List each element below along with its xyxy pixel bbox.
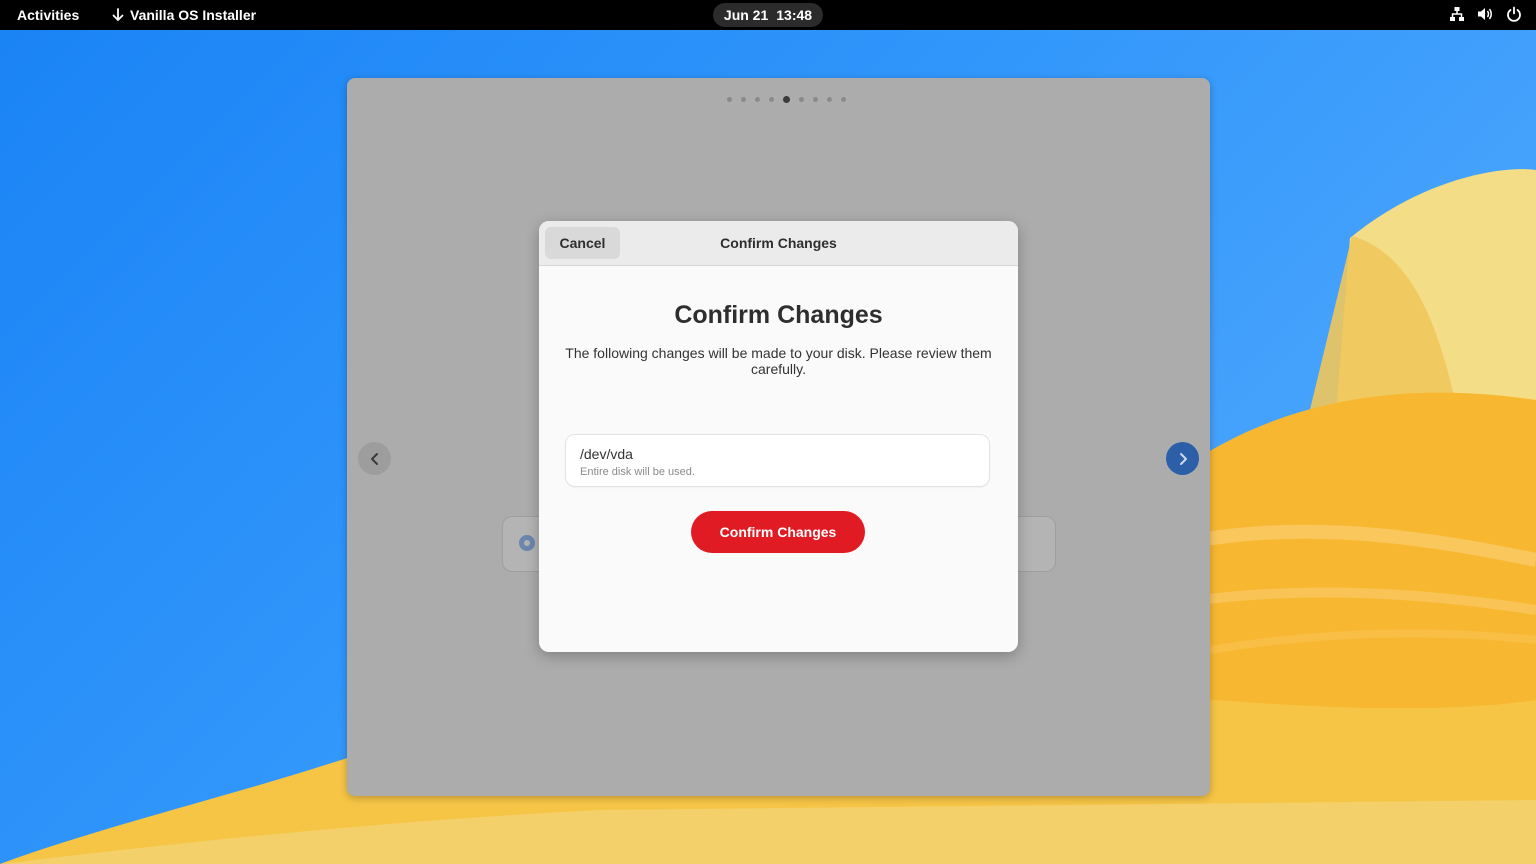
app-menu[interactable]: Vanilla OS Installer [112, 7, 256, 23]
network-icon[interactable] [1449, 6, 1465, 22]
dialog-description: The following changes will be made to yo… [565, 345, 992, 377]
chevron-left-icon [370, 452, 378, 465]
power-icon[interactable] [1506, 6, 1522, 22]
disk-summary-card: /dev/vda Entire disk will be used. [566, 435, 989, 486]
dialog-header-title: Confirm Changes [720, 235, 837, 251]
app-menu-label: Vanilla OS Installer [130, 7, 257, 23]
dialog-title: Confirm Changes [674, 301, 883, 329]
page-dot [755, 97, 760, 102]
confirm-changes-dialog: Cancel Confirm Changes Confirm Changes T… [539, 221, 1018, 652]
volume-icon[interactable] [1477, 6, 1494, 22]
page-dot [727, 97, 732, 102]
disk-detail: Entire disk will be used. [580, 466, 695, 478]
disk-name: /dev/vda [580, 446, 633, 462]
page-dot [741, 97, 746, 102]
page-dot [799, 97, 804, 102]
page-dot [813, 97, 818, 102]
page-dot [769, 97, 774, 102]
disk-option-radio [519, 535, 535, 551]
next-page-button[interactable] [1166, 442, 1199, 475]
chevron-right-icon [1179, 452, 1187, 465]
page-dot-active [783, 96, 790, 103]
clock-button[interactable]: Jun 21 13:48 [713, 3, 823, 27]
activities-button[interactable]: Activities [17, 7, 79, 23]
clock-date: Jun 21 [723, 7, 769, 23]
page-dot [827, 97, 832, 102]
top-bar: Activities Vanilla OS Installer Jun 21 1… [0, 0, 1536, 30]
page-indicator [347, 96, 1210, 103]
dialog-header: Cancel Confirm Changes [539, 221, 1018, 266]
clock-time: 13:48 [776, 7, 813, 23]
system-tray[interactable] [1449, 6, 1522, 22]
download-arrow-icon [112, 8, 124, 21]
previous-page-button[interactable] [358, 442, 391, 475]
confirm-changes-button[interactable]: Confirm Changes [691, 511, 865, 553]
page-dot [841, 97, 846, 102]
